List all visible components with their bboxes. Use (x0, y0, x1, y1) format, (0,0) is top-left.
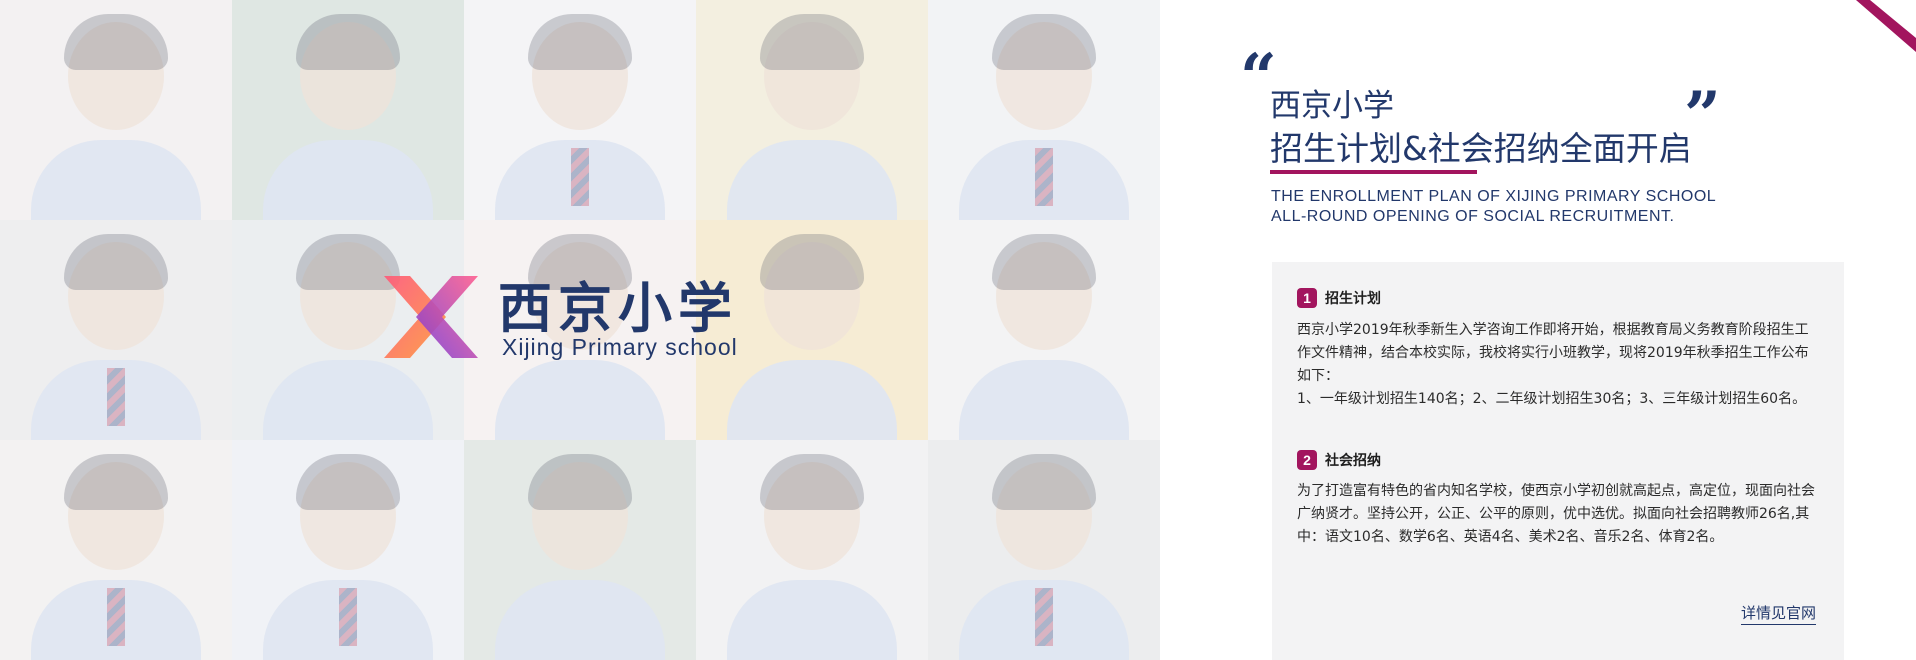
photo-figure-hair (528, 454, 632, 510)
student-photo-tile (232, 0, 464, 220)
photo-figure-hair (64, 14, 168, 70)
photo-figure-hair (296, 14, 400, 70)
photo-figure-tie (571, 148, 589, 206)
student-photo-tile (928, 440, 1160, 660)
photo-figure-hair (528, 14, 632, 70)
photo-figure-body (959, 360, 1129, 440)
student-photo-tile (464, 0, 696, 220)
english-subtitle: THE ENROLLMENT PLAN OF XIJING PRIMARY SC… (1271, 187, 1716, 227)
logo-chinese-name: 西京小学 (498, 276, 738, 340)
photo-figure-hair (760, 234, 864, 290)
photo-figure-body (727, 580, 897, 660)
section-enrollment-header: 1 招生计划 (1297, 288, 1381, 308)
photo-figure-tie (339, 588, 357, 646)
english-subtitle-line2: ALL-ROUND OPENING OF SOCIAL RECRUITMENT. (1271, 208, 1675, 225)
info-card: 1 招生计划 西京小学2019年秋季新生入学咨询工作即将开始，根据教育局义务教育… (1272, 262, 1844, 660)
headline-school-name: 西京小学 (1270, 88, 1394, 124)
section-number-badge: 2 (1297, 450, 1317, 470)
photo-figure-hair (992, 234, 1096, 290)
enrollment-description: 西京小学2019年秋季新生入学咨询工作即将开始，根据教育局义务教育阶段招生工作文… (1297, 322, 1809, 384)
photo-figure-body (263, 140, 433, 220)
photo-figure-body (495, 360, 665, 440)
photo-figure-hair (760, 14, 864, 70)
student-photo-tile (928, 220, 1160, 440)
section-title: 社会招纳 (1325, 453, 1381, 469)
student-photo-tile (0, 220, 232, 440)
student-photo-tile (464, 440, 696, 660)
photo-figure-tie (107, 588, 125, 646)
recruitment-description: 为了打造富有特色的省内知名学校，使西京小学初创就高起点，高定位，现面向社会广纳贤… (1297, 483, 1815, 545)
logo-english-name: Xijing Primary school (502, 334, 738, 360)
photo-figure-hair (64, 454, 168, 510)
photo-figure-tie (1035, 588, 1053, 646)
section-recruitment-header: 2 社会招纳 (1297, 450, 1381, 470)
section-title: 招生计划 (1325, 291, 1381, 307)
headline-main-title: 招生计划&社会招纳全面开启 (1270, 129, 1692, 168)
photo-figure-hair (64, 234, 168, 290)
student-photo-tile (696, 440, 928, 660)
photo-figure-body (31, 140, 201, 220)
english-subtitle-line1: THE ENROLLMENT PLAN OF XIJING PRIMARY SC… (1271, 188, 1717, 205)
title-underline (1270, 170, 1477, 174)
student-photo-tile (0, 0, 232, 220)
photo-figure-body (263, 360, 433, 440)
student-photo-tile (928, 0, 1160, 220)
photo-figure-tie (1035, 148, 1053, 206)
photo-figure-body (727, 140, 897, 220)
student-photo-tile (696, 0, 928, 220)
section-number-badge: 1 (1297, 288, 1317, 308)
student-photo-tile (232, 440, 464, 660)
photo-figure-body (495, 580, 665, 660)
photo-figure-hair (992, 454, 1096, 510)
photo-figure-hair (760, 454, 864, 510)
corner-stripe-icon (1856, 0, 1916, 52)
school-logo: 西京小学 Xijing Primary school (376, 268, 756, 364)
close-quote-mark: ” (1684, 78, 1721, 153)
official-website-link[interactable]: 详情见官网 (1740, 602, 1816, 625)
student-photo-tile (0, 440, 232, 660)
photo-figure-hair (992, 14, 1096, 70)
photo-figure-body (727, 360, 897, 440)
photo-figure-tie (107, 368, 125, 426)
enrollment-quotas: 1、一年级计划招生140名；2、二年级计划招生30名；3、三年级计划招生60名。 (1297, 391, 1807, 407)
logo-x-mark-icon (384, 276, 478, 358)
photo-figure-hair (296, 454, 400, 510)
